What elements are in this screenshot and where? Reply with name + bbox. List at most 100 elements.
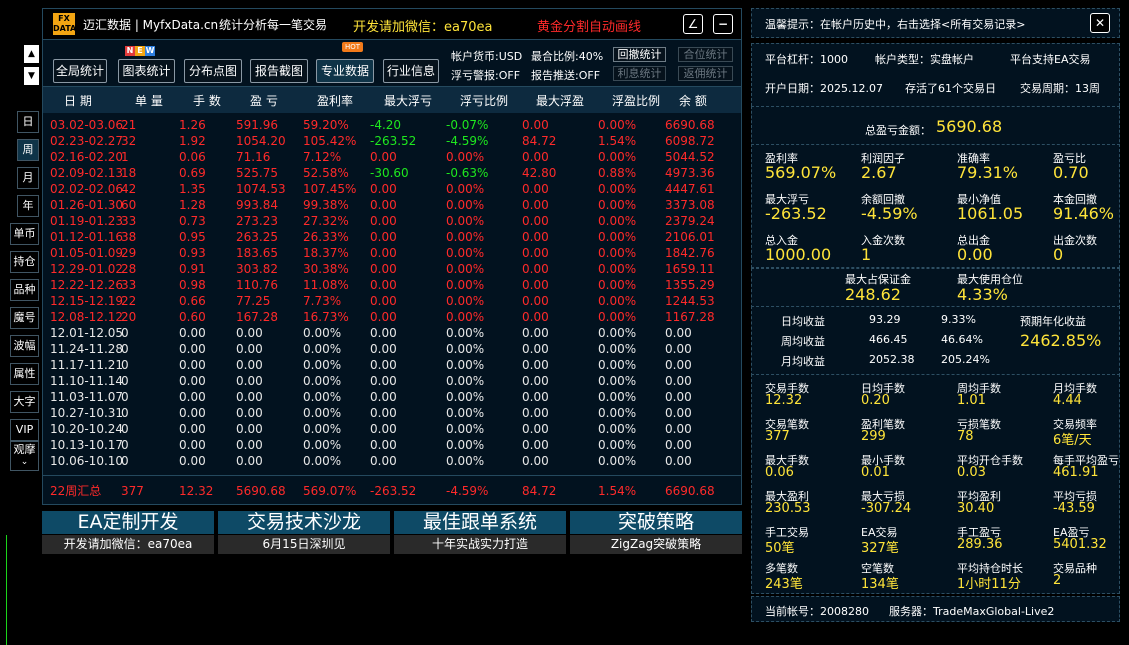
table-row[interactable]: 10.27-10.31 0 0.00 0.00 0.00% 0.00 0.00% 0.00 0.… [43, 405, 741, 421]
col-header-float-loss-ratio[interactable]: 浮亏比例 [460, 92, 508, 109]
cell-max-float-loss: -4.20 [370, 118, 402, 132]
rebate-stats-button[interactable]: 返佣统计 [678, 66, 733, 81]
filter-magic-button[interactable]: 魔号 [10, 307, 39, 329]
cell-lots: 0.69 [179, 166, 206, 180]
table-row[interactable]: 11.24-11.28 0 0.00 0.00 0.00% 0.00 0.00% 0.00 0.… [43, 341, 741, 357]
cell-pnl: 0.00 [236, 454, 263, 468]
banner-ea-dev[interactable]: EA定制开发 [42, 511, 214, 534]
col-header-max-float-profit[interactable]: 最大浮盈 [536, 92, 584, 109]
summary-profit-rate: 569.07% [303, 484, 357, 498]
account-number: 当前帐号：2008280 [765, 605, 869, 618]
stat-value: 0 [1053, 245, 1064, 264]
table-row[interactable]: 01.19-01.23 33 0.73 273.23 27.32% 0.00 0.00% 0.… [43, 213, 741, 229]
cell-orders: 0 [121, 358, 129, 372]
table-row[interactable]: 12.29-01.02 28 0.91 303.82 30.38% 0.00 0.00% 0.… [43, 261, 741, 277]
filter-attribute-button[interactable]: 属性 [10, 363, 39, 385]
col-header-profit-rate[interactable]: 盈利率 [317, 92, 353, 109]
table-row[interactable]: 02.16-02.20 1 0.06 71.16 7.12% 0.00 0.00% 0.00 0… [43, 149, 741, 165]
filter-volatility-button[interactable]: 波幅 [10, 335, 39, 357]
cell-max-float-loss: 0.00 [370, 230, 397, 244]
summary-pnl: 5690.68 [236, 484, 286, 498]
col-header-float-profit-ratio[interactable]: 浮盈比例 [612, 92, 660, 109]
distribution-chart-button[interactable]: 分布点图 [184, 59, 242, 83]
col-header-lots[interactable]: 手 数 [193, 92, 221, 109]
scroll-up-button[interactable]: ▲ [24, 45, 39, 63]
drawdown-stats-button[interactable]: 回撤统计 [613, 47, 666, 62]
table-row[interactable]: 02.09-02.13 18 0.69 525.75 52.58% -30.60 -0.63… [43, 165, 741, 181]
table-row[interactable]: 12.08-12.12 20 0.60 167.28 16.73% 0.00 0.00% 0.… [43, 309, 741, 325]
close-icon[interactable]: ✕ [1090, 13, 1110, 33]
table-row[interactable]: 12.15-12.19 22 0.66 77.25 7.73% 0.00 0.00% 0.00… [43, 293, 741, 309]
cell-lots: 0.06 [179, 150, 206, 164]
banner-copy-trade[interactable]: 最佳跟单系统 [394, 511, 566, 534]
cell-balance: 3373.08 [665, 198, 715, 212]
cell-balance: 0.00 [665, 422, 692, 436]
minimize-icon[interactable]: − [713, 14, 733, 34]
summary-date: 22周汇总 [50, 484, 102, 498]
table-row[interactable]: 12.01-12.05 0 0.00 0.00 0.00% 0.00 0.00% 0.00 0.… [43, 325, 741, 341]
cell-float-profit-ratio: 0.00% [598, 246, 637, 260]
industry-info-button[interactable]: 行业信息 [383, 59, 439, 83]
col-header-orders[interactable]: 单 量 [135, 92, 163, 109]
banner-breakout[interactable]: 突破策略 [570, 511, 742, 534]
title-bar: FX DATA 迈汇数据 | MyfxData.cn 统计分析每一笔交易 开发请加… [43, 9, 741, 39]
table-row[interactable]: 01.05-01.09 29 0.93 183.65 18.37% 0.00 0.00% 0.… [43, 245, 741, 261]
stat-value: 50笔 [765, 541, 795, 556]
table-row[interactable]: 10.20-10.24 0 0.00 0.00 0.00% 0.00 0.00% 0.00 0.… [43, 421, 741, 437]
cell-pnl: 167.28 [236, 310, 278, 324]
table-row[interactable]: 01.26-01.30 60 1.28 993.84 99.38% 0.00 0.00% 0.… [43, 197, 741, 213]
stat-value: 0.01 [861, 465, 890, 480]
col-header-balance[interactable]: 余 额 [679, 92, 707, 109]
cell-max-float-profit: 0.00 [522, 454, 549, 468]
stat-value: -4.59% [861, 204, 918, 223]
col-header-max-float-loss[interactable]: 最大浮亏 [384, 92, 432, 109]
cell-lots: 0.91 [179, 262, 206, 276]
cell-max-float-profit: 0.00 [522, 422, 549, 436]
col-header-pnl[interactable]: 盈 亏 [250, 92, 278, 109]
large-font-button[interactable]: 大字 [10, 391, 39, 413]
period-year-button[interactable]: 年 [17, 195, 39, 217]
margin-box: 最大占保证金 248.62 最大使用仓位 4.33% [751, 268, 1120, 308]
observe-button[interactable]: 观摩 ⌄ [10, 441, 39, 471]
cell-max-float-profit: 84.72 [522, 134, 557, 148]
table-row[interactable]: 10.13-10.17 0 0.00 0.00 0.00% 0.00 0.00% 0.00 0.… [43, 437, 741, 453]
stat-value: 289.36 [957, 537, 1003, 552]
table-row[interactable]: 12.22-12.26 33 0.98 110.76 11.08% 0.00 0.00% 0.… [43, 277, 741, 293]
period-day-button[interactable]: 日 [17, 111, 39, 133]
vip-button[interactable]: VIP [10, 419, 39, 441]
global-stats-button[interactable]: 全局统计 [53, 59, 107, 83]
cell-orders: 29 [121, 246, 137, 260]
table-row[interactable]: 11.03-11.07 0 0.00 0.00 0.00% 0.00 0.00% 0.00 0.… [43, 389, 741, 405]
filter-position-button[interactable]: 持仓 [10, 251, 39, 273]
pro-data-button[interactable]: 专业数据 [316, 59, 374, 83]
banner-salon[interactable]: 交易技术沙龙 [218, 511, 390, 534]
stat-value: 230.53 [765, 501, 811, 516]
interest-stats-button[interactable]: 利息统计 [613, 66, 666, 81]
table-row[interactable]: 02.02-02.06 42 1.35 1074.53 107.45% 0.00 0.00%… [43, 181, 741, 197]
table-row[interactable]: 01.12-01.16 38 0.95 263.25 26.33% 0.00 0.00% 0.… [43, 229, 741, 245]
scroll-down-button[interactable]: ▼ [24, 67, 39, 85]
table-row[interactable]: 03.02-03.06 21 1.26 591.96 59.20% -4.20 -0.07%… [43, 117, 741, 133]
edit-icon[interactable]: ∠ [683, 14, 703, 34]
period-month-button[interactable]: 月 [17, 167, 39, 189]
position-stats-button[interactable]: 合位统计 [678, 47, 733, 62]
open-date: 开户日期：2025.12.07 [765, 82, 883, 95]
promo-link[interactable]: 黄金分割自动画线 [537, 16, 641, 35]
table-row[interactable]: 11.10-11.14 0 0.00 0.00 0.00% 0.00 0.00% 0.00 0.… [43, 373, 741, 389]
cell-profit-rate: 99.38% [303, 198, 349, 212]
table-row[interactable]: 10.06-10.10 0 0.00 0.00 0.00% 0.00 0.00% 0.00 0.… [43, 453, 741, 469]
hot-badge: HOT [342, 42, 364, 52]
account-type: 帐户类型：实盘帐户 [875, 53, 974, 66]
col-header-date[interactable]: 日 期 [64, 92, 92, 109]
banner-ea-dev-sub: 开发请加微信：ea70ea [42, 535, 214, 554]
cell-lots: 0.95 [179, 230, 206, 244]
table-row[interactable]: 11.17-11.21 0 0.00 0.00 0.00% 0.00 0.00% 0.00 0.… [43, 357, 741, 373]
cell-balance: 0.00 [665, 454, 692, 468]
filter-instrument-button[interactable]: 品种 [10, 279, 39, 301]
cell-date: 12.29-01.02 [50, 262, 124, 276]
filter-symbol-button[interactable]: 单币 [10, 223, 39, 245]
period-week-button[interactable]: 周 [17, 139, 39, 161]
report-screenshot-button[interactable]: 报告截图 [250, 59, 308, 83]
chart-stats-button[interactable]: 图表统计 [118, 59, 175, 83]
table-row[interactable]: 02.23-02.27 32 1.92 1054.20 105.42% -263.52 -4… [43, 133, 741, 149]
